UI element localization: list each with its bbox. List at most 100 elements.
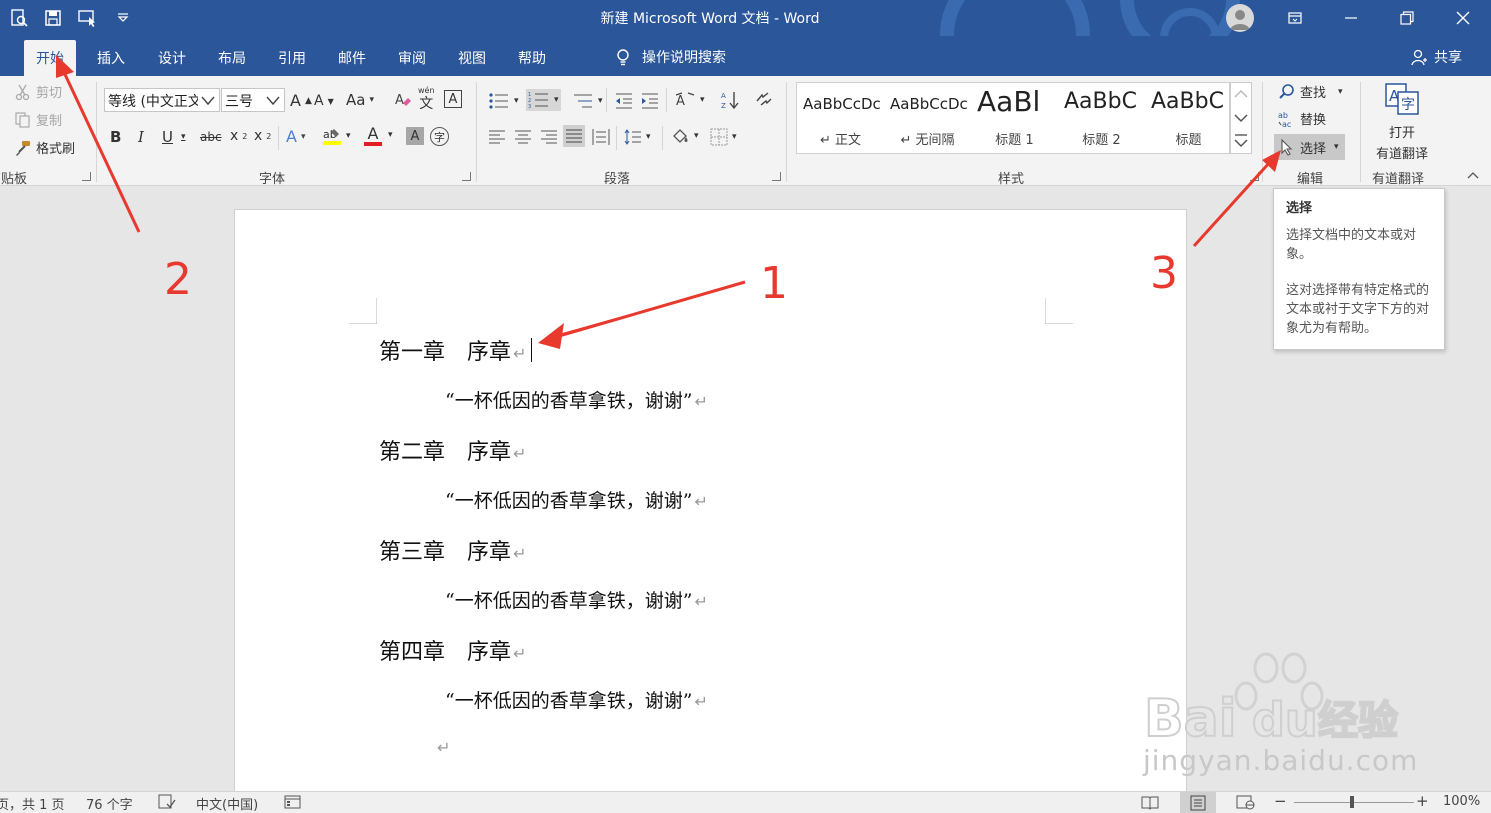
font-family-select[interactable]: 等线 (中文正文) — [104, 88, 220, 112]
justify-icon[interactable] — [563, 125, 585, 147]
chevron-down-icon — [265, 92, 281, 108]
paragraph-launcher[interactable] — [772, 172, 781, 181]
distributed-icon[interactable] — [592, 128, 610, 146]
tell-me-search[interactable]: 操作说明搜索 — [614, 47, 726, 67]
align-center-icon[interactable] — [514, 128, 532, 146]
style-no-spacing[interactable]: AaBbCcDc ↵ 无间隔 — [884, 83, 971, 153]
strikethrough-button[interactable]: abc — [200, 130, 222, 144]
zoom-level[interactable]: 100% — [1443, 794, 1480, 809]
styles-launcher[interactable] — [1250, 172, 1259, 181]
share-button[interactable]: 共享 — [1410, 47, 1462, 67]
replace-button[interactable]: ab ac 替换 — [1278, 109, 1326, 129]
tab-home[interactable]: 开始 — [24, 40, 76, 76]
page-count[interactable]: 页，共 1 页 — [0, 794, 65, 813]
find-button[interactable]: 查找 ▾ — [1278, 82, 1343, 101]
italic-button[interactable]: I — [138, 128, 144, 146]
line-spacing-icon[interactable]: ▾ — [622, 128, 651, 146]
heading-line[interactable]: 第四章 序章 ↵ — [379, 634, 526, 666]
collapse-ribbon-icon[interactable] — [1466, 170, 1480, 180]
heading-line[interactable]: 第一章 序章 ↵ — [379, 334, 526, 366]
group-separator — [96, 82, 97, 182]
tab-insert[interactable]: 插入 — [85, 40, 137, 76]
open-youdao-button[interactable]: A字 打开 有道翻译 — [1370, 82, 1434, 162]
multilevel-list-icon[interactable]: ▾ — [572, 92, 603, 110]
highlight-button[interactable]: ab ▾ — [322, 126, 351, 146]
bullets-icon[interactable]: ▾ — [488, 92, 519, 110]
body-line[interactable]: “一杯低因的香草拿铁，谢谢” ↵ — [445, 386, 708, 413]
font-color-button[interactable]: A — [364, 126, 382, 146]
language-status[interactable]: 中文(中国) — [196, 794, 258, 813]
margin-corner-top-right — [1045, 298, 1073, 324]
bold-button[interactable]: B — [110, 128, 121, 146]
shrink-font-button[interactable]: A ▼ — [314, 93, 334, 109]
sort-icon[interactable]: AZ — [720, 90, 740, 110]
char-shading-button[interactable]: A — [406, 127, 424, 145]
user-avatar[interactable] — [1226, 4, 1254, 32]
shading-icon[interactable]: ▾ — [670, 127, 699, 145]
select-button[interactable]: 选择 ▾ — [1274, 134, 1345, 160]
style-heading-1[interactable]: AaBl 标题 1 — [971, 83, 1058, 153]
char-border-button[interactable]: A — [444, 90, 462, 108]
heading-line[interactable]: 第三章 序章 ↵ — [379, 534, 526, 566]
empty-paragraph[interactable]: ↵ — [435, 736, 450, 758]
tab-design[interactable]: 设计 — [146, 40, 198, 76]
zoom-in-button[interactable]: + — [1416, 792, 1429, 810]
text-effects-button[interactable]: A ▾ — [286, 127, 305, 146]
style-title[interactable]: AaBbC 标题 — [1145, 83, 1232, 153]
clipboard-launcher[interactable] — [82, 172, 91, 181]
body-line[interactable]: “一杯低因的香草拿铁，谢谢” ↵ — [445, 486, 708, 513]
ribbon-display-icon[interactable] — [1272, 0, 1318, 36]
document-page[interactable]: 第一章 序章 ↵ “一杯低因的香草拿铁，谢谢” ↵ 第二章 序章 ↵ “一杯低因的香草… — [234, 209, 1187, 794]
group-separator — [786, 82, 787, 182]
borders-icon[interactable]: ▾ — [710, 128, 737, 146]
close-icon[interactable] — [1440, 0, 1486, 36]
clear-format-icon[interactable]: A — [394, 90, 412, 108]
align-right-icon[interactable] — [540, 128, 558, 146]
show-marks-icon[interactable] — [754, 91, 772, 109]
superscript-button[interactable]: x2 — [254, 128, 271, 144]
tab-references[interactable]: 引用 — [266, 40, 318, 76]
copy-button[interactable]: 复制 — [14, 110, 62, 129]
underline-button[interactable]: U ▾ — [162, 128, 186, 146]
zoom-slider-thumb[interactable] — [1350, 796, 1354, 808]
read-mode-icon[interactable] — [1140, 794, 1160, 813]
minimize-icon[interactable] — [1328, 0, 1374, 36]
print-layout-icon[interactable] — [1180, 792, 1216, 813]
enclose-chars-button[interactable]: 字 — [430, 127, 449, 146]
svg-text:A: A — [395, 93, 404, 108]
tab-review[interactable]: 审阅 — [386, 40, 438, 76]
numbering-icon[interactable]: 1 2 3 ▾ — [526, 89, 561, 111]
subscript-button[interactable]: x2 — [230, 128, 247, 144]
zoom-slider[interactable] — [1294, 802, 1414, 803]
tab-view[interactable]: 视图 — [446, 40, 498, 76]
title-bar: 新建 Microsoft Word 文档 - Word — [0, 0, 1491, 36]
decrease-indent-icon[interactable] — [614, 92, 634, 110]
tab-help[interactable]: 帮助 — [506, 40, 558, 76]
zoom-out-button[interactable]: − — [1274, 792, 1287, 810]
font-color-dropdown[interactable]: ▾ — [388, 130, 393, 140]
style-normal[interactable]: AaBbCcDc ↵ 正文 — [797, 83, 884, 153]
format-painter-button[interactable]: 格式刷 — [14, 138, 75, 157]
font-launcher[interactable] — [462, 172, 471, 181]
body-line[interactable]: “一杯低因的香草拿铁，谢谢” ↵ — [445, 686, 708, 713]
grow-font-button[interactable]: A ▲ — [290, 91, 312, 110]
chinese-layout-icon[interactable]: A ▾ — [674, 91, 705, 109]
styles-scroll[interactable] — [1230, 82, 1252, 154]
svg-text:经验: 经验 — [1318, 698, 1398, 744]
phonetic-guide-button[interactable]: wén 文 — [418, 86, 435, 112]
tab-mailings[interactable]: 邮件 — [326, 40, 378, 76]
proofing-icon[interactable] — [158, 794, 176, 813]
align-left-icon[interactable] — [488, 128, 506, 146]
word-count[interactable]: 76 个字 — [86, 794, 133, 813]
change-case-button[interactable]: Aa ▾ — [346, 91, 374, 109]
body-line[interactable]: “一杯低因的香草拿铁，谢谢” ↵ — [445, 586, 708, 613]
cut-button[interactable]: 剪切 — [14, 82, 62, 101]
font-size-select[interactable]: 三号 — [221, 88, 285, 112]
macro-icon[interactable] — [284, 794, 302, 813]
style-heading-2[interactable]: AaBbC 标题 2 — [1058, 83, 1145, 153]
restore-icon[interactable] — [1384, 0, 1430, 36]
web-layout-icon[interactable] — [1236, 794, 1256, 813]
tab-layout[interactable]: 布局 — [206, 40, 258, 76]
increase-indent-icon[interactable] — [640, 92, 660, 110]
heading-line[interactable]: 第二章 序章 ↵ — [379, 434, 526, 466]
